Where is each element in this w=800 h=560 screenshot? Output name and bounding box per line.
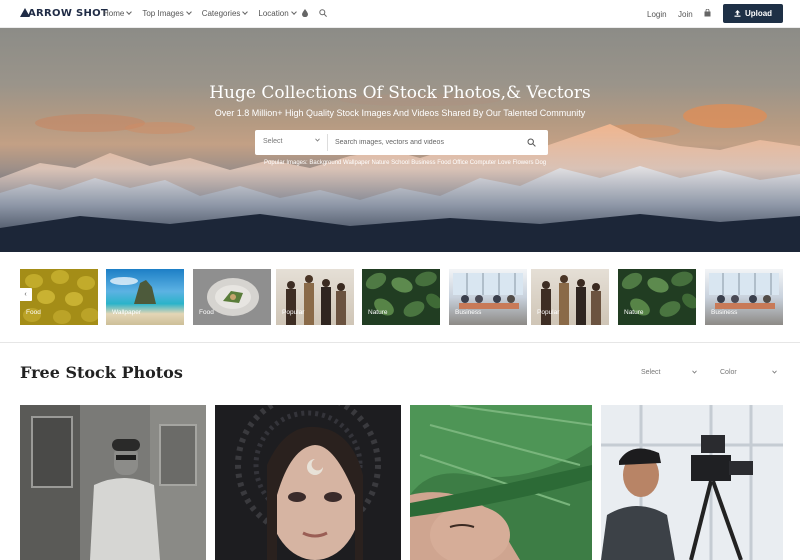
menu-item-home[interactable]: Home (103, 9, 133, 18)
search-icon[interactable] (527, 138, 536, 147)
search-divider (327, 134, 328, 151)
main-menu: Home Top Images Categories Location (103, 9, 307, 18)
popular-tags[interactable]: Popular Images: Background Wallpaper Nat… (264, 160, 546, 166)
cameraman-photo (601, 405, 783, 560)
category-card-business[interactable]: Business (449, 269, 527, 325)
upload-button[interactable]: Upload (723, 4, 783, 23)
category-card-popular[interactable]: Popular (531, 269, 609, 325)
category-label: Food (199, 309, 214, 316)
category-carousel: Food Wallpaper Food Popular Nature Busin… (0, 269, 800, 326)
nature-thumbnail-image (621, 271, 696, 317)
photo-card[interactable] (601, 405, 783, 560)
menu-item-location[interactable]: Location (258, 9, 297, 18)
search-input[interactable] (335, 136, 515, 149)
login-link[interactable]: Login (647, 10, 667, 19)
upload-icon (734, 10, 741, 17)
top-navbar: ARROW SHOT Home Top Images Categories Lo… (0, 0, 800, 28)
category-label: Business (711, 309, 738, 316)
drop-icon[interactable] (302, 9, 308, 17)
business-thumbnail-image (453, 273, 523, 309)
search-icon[interactable] (319, 9, 327, 17)
category-label: Popular (282, 309, 305, 316)
menu-categories-label: Categories (201, 9, 241, 18)
category-card-nature[interactable]: Nature (362, 269, 440, 325)
category-card-food[interactable]: Food (193, 269, 271, 325)
sort-select[interactable]: Select (641, 369, 660, 376)
popular-thumbnail-image (541, 275, 601, 325)
bag-icon[interactable] (704, 9, 711, 17)
category-label: Business (455, 309, 482, 316)
menu-item-top-images[interactable]: Top Images (142, 9, 192, 18)
menu-top-images-label: Top Images (142, 9, 184, 18)
category-card-business[interactable]: Business (705, 269, 783, 325)
category-label: Food (26, 309, 41, 316)
search-type-select[interactable]: Select (263, 138, 282, 145)
category-card-popular[interactable]: Popular (276, 269, 354, 325)
photo-card[interactable] (20, 405, 206, 560)
category-card-nature[interactable]: Nature (618, 269, 696, 325)
chevron-down-icon (242, 9, 249, 15)
chevron-down-icon (185, 9, 192, 15)
popular-thumbnail-image (286, 275, 346, 325)
chevron-down-icon (315, 138, 320, 142)
hero-subtitle: Over 1.8 Million+ High Quality Stock Ima… (214, 108, 586, 118)
section-title: Free Stock Photos (20, 363, 183, 382)
menu-home-label: Home (103, 9, 125, 18)
man-street-photo (20, 405, 206, 560)
hero-search-bar: Select (255, 130, 548, 155)
woman-leaf-photo (410, 405, 592, 560)
category-label: Nature (368, 309, 388, 316)
category-label: Popular (537, 309, 560, 316)
menu-location-label: Location (258, 9, 289, 18)
food-thumbnail-image (207, 278, 259, 316)
carousel-prev-button[interactable]: ‹ (19, 288, 32, 301)
photo-card[interactable] (215, 405, 401, 560)
hero-title: Huge Collections Of Stock Photos,& Vecto… (209, 83, 591, 103)
chevron-down-icon (772, 370, 777, 374)
hero-banner: Huge Collections Of Stock Photos,& Vecto… (0, 28, 800, 252)
logo-text: ARROW SHOT (28, 8, 109, 19)
category-card-wallpaper[interactable]: Wallpaper (106, 269, 184, 325)
woman-portrait-photo (215, 405, 401, 560)
chevron-down-icon (290, 9, 297, 15)
nature-thumbnail-image (365, 271, 440, 317)
photo-card[interactable] (410, 405, 592, 560)
upload-label: Upload (744, 9, 773, 18)
join-link[interactable]: Join (678, 10, 693, 19)
section-divider (0, 342, 800, 343)
chevron-down-icon (692, 370, 697, 374)
chevron-left-icon: ‹ (24, 291, 27, 298)
business-thumbnail-image (709, 273, 779, 309)
logo[interactable]: ARROW SHOT (20, 8, 108, 19)
wallpaper-thumbnail-image (110, 277, 156, 304)
menu-item-categories[interactable]: Categories (201, 9, 249, 18)
category-label: Nature (624, 309, 644, 316)
color-select[interactable]: Color (720, 369, 737, 376)
category-label: Wallpaper (112, 309, 142, 316)
chevron-down-icon (126, 9, 133, 15)
